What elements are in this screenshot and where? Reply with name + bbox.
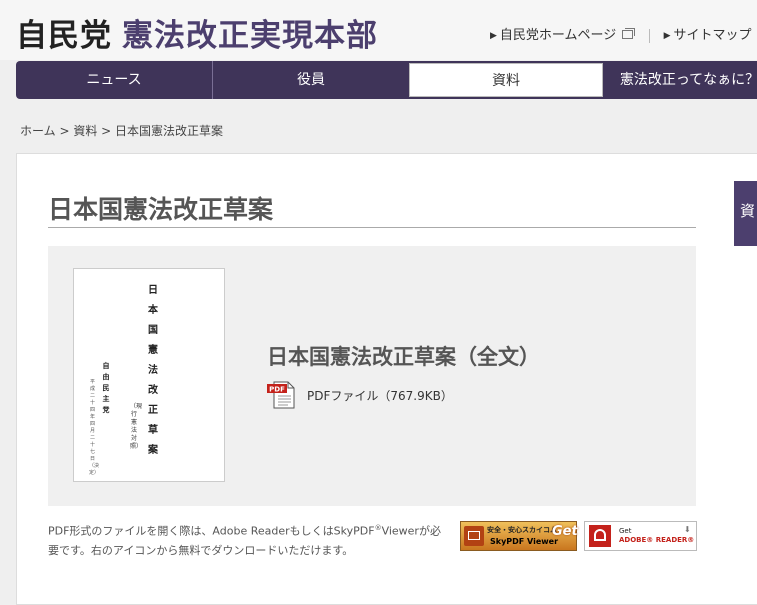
sidebar-tab[interactable]: 資: [734, 181, 757, 246]
title-divider: [48, 227, 696, 228]
skypdf-name: SkyPDF Viewer: [490, 537, 559, 546]
document-thumbnail[interactable]: 日本国憲法改正草案 （現行憲法対照） 自由民主党 平成二十四年四月二十七日（決定…: [73, 268, 225, 482]
skypdf-tagline: 安全・安心スカイコム: [487, 526, 557, 534]
skypdf-download-button[interactable]: 安全・安心スカイコム SkyPDF Viewer Get: [460, 521, 578, 551]
sidebar-tab-label: 資: [740, 202, 756, 220]
document-heading[interactable]: 日本国憲法改正草案（全文）: [267, 341, 540, 371]
skypdf-get: Get: [552, 524, 578, 539]
thumbnail-subtitle: （現行憲法対照）: [130, 403, 143, 450]
logo-headquarters-name: 憲法改正実現本部: [122, 18, 378, 54]
main-content: 日本国憲法改正草案 日本国憲法改正草案 （現行憲法対照） 自由民主党 平成二十四…: [16, 153, 757, 605]
home-page-link[interactable]: ▶ 自民党ホームページ: [490, 24, 636, 43]
adobe-reader-download-button[interactable]: Get ADOBE® READER® ⬇: [584, 521, 697, 551]
sitemap-link[interactable]: ▶ サイトマップ: [664, 24, 752, 43]
pdf-download-link[interactable]: PDFファイル（767.9KB）: [307, 387, 453, 404]
registered-mark: ®: [374, 524, 382, 532]
page-title: 日本国憲法改正草案: [48, 195, 274, 224]
divider: [649, 28, 651, 43]
breadcrumb[interactable]: ホーム > 資料 > 日本国憲法改正草案: [20, 122, 223, 139]
main-nav: ニュース 役員 資料 憲法改正ってなぁに？: [16, 61, 757, 99]
document-panel: 日本国憲法改正草案 （現行憲法対照） 自由民主党 平成二十四年四月二十七日（決定…: [48, 246, 696, 506]
download-arrow-icon: ⬇: [684, 525, 691, 534]
nav-item-officers[interactable]: 役員: [212, 61, 409, 99]
external-window-icon: [622, 28, 636, 39]
nav-item-news[interactable]: ニュース: [16, 61, 212, 99]
nav-item-what-is-amendment[interactable]: 憲法改正ってなぁに？: [603, 61, 757, 99]
site-header: 自民党 憲法改正実現本部 ▶ 自民党ホームページ ▶ サイトマップ: [0, 0, 757, 60]
adobe-reader-name: ADOBE® READER®: [619, 536, 695, 544]
chevron-right-icon: ▶: [663, 31, 671, 41]
pdf-viewer-notice: PDF形式のファイルを開く際は、Adobe ReaderもしくはSkyPDF®V…: [48, 519, 448, 560]
site-logo[interactable]: 自民党 憲法改正実現本部: [16, 10, 378, 55]
pdf-file-icon[interactable]: PDF: [266, 379, 297, 410]
sitemap-link-label: サイトマップ: [673, 28, 752, 43]
nav-item-materials[interactable]: 資料: [409, 63, 603, 97]
thumbnail-title: 日本国憲法改正草案: [148, 285, 158, 456]
adobe-get: Get: [619, 527, 632, 535]
svg-text:PDF: PDF: [269, 386, 285, 394]
thumbnail-date: 平成二十四年四月二十七日（決定）: [89, 379, 100, 476]
logo-party-name: 自民党: [16, 18, 112, 54]
chevron-right-icon: ▶: [490, 31, 497, 41]
home-page-link-label: 自民党ホームページ: [499, 28, 617, 43]
skycom-logo-icon: [464, 526, 484, 546]
thumbnail-party: 自由民主党: [102, 362, 110, 414]
adobe-logo-icon: [589, 525, 611, 547]
notice-text-1: PDF形式のファイルを開く際は、Adobe ReaderもしくはSkyPDF: [48, 524, 375, 538]
header-links: ▶ 自民党ホームページ ▶ サイトマップ: [490, 24, 752, 43]
